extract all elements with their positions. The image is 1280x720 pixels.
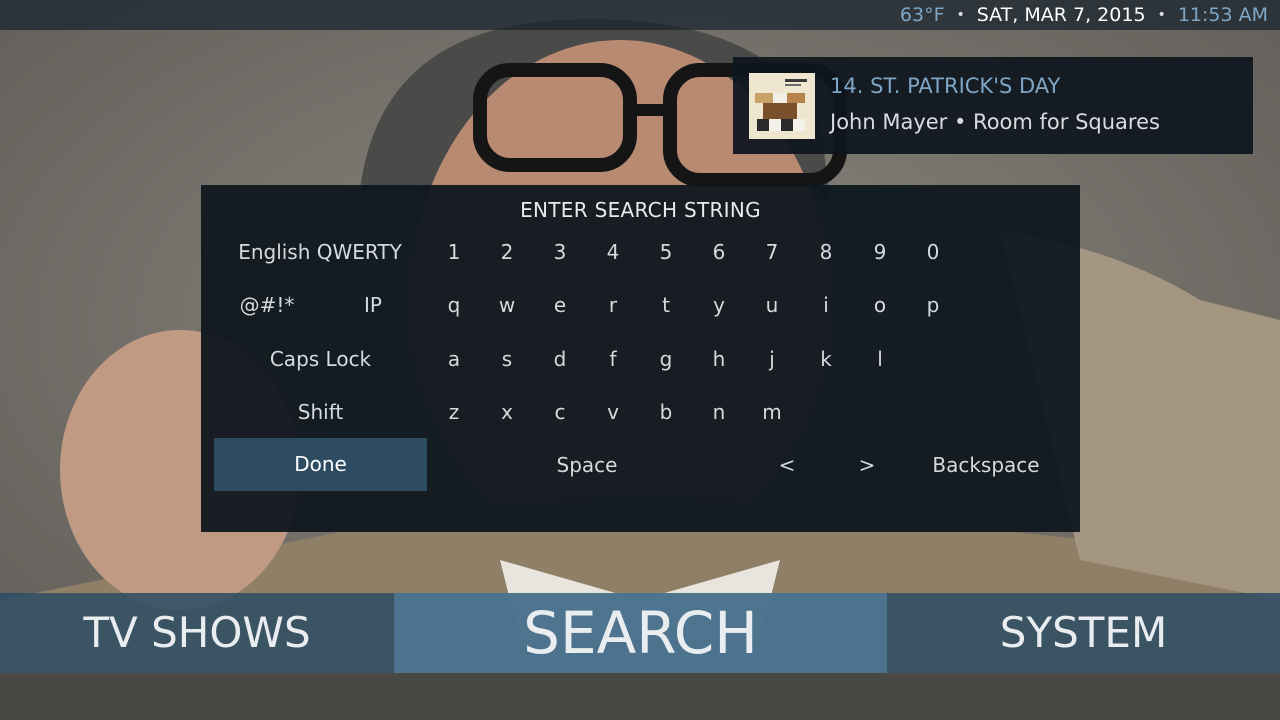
key-o[interactable]: o [860, 283, 900, 327]
now-playing-title: 14. ST. PATRICK'S DAY [830, 74, 1061, 98]
album-art [749, 73, 815, 139]
key-k[interactable]: k [806, 337, 846, 381]
main-menu-bar: TV SHOWS SEARCH SYSTEM [0, 593, 1280, 673]
cursor-left-button[interactable]: < [761, 443, 813, 487]
key-b[interactable]: b [646, 390, 686, 434]
key-c[interactable]: c [540, 390, 580, 434]
menu-item-search[interactable]: SEARCH [394, 593, 887, 673]
key-i[interactable]: i [806, 283, 846, 327]
key-m[interactable]: m [752, 390, 792, 434]
key-n[interactable]: n [699, 390, 739, 434]
space-button[interactable]: Space [434, 443, 740, 487]
now-playing-artist-album: John Mayer • Room for Squares [830, 110, 1160, 134]
now-playing-panel[interactable]: 14. ST. PATRICK'S DAY John Mayer • Room … [733, 57, 1253, 154]
key-9[interactable]: 9 [860, 230, 900, 274]
backspace-button[interactable]: Backspace [913, 443, 1059, 487]
key-2[interactable]: 2 [487, 230, 527, 274]
key-1[interactable]: 1 [434, 230, 474, 274]
top-status-bar: 63°F • SAT, MAR 7, 2015 • 11:53 AM [0, 0, 1280, 30]
key-p[interactable]: p [913, 283, 953, 327]
key-j[interactable]: j [752, 337, 792, 381]
key-f[interactable]: f [593, 337, 633, 381]
key-6[interactable]: 6 [699, 230, 739, 274]
key-q[interactable]: q [434, 283, 474, 327]
key-t[interactable]: t [646, 283, 686, 327]
key-s[interactable]: s [487, 337, 527, 381]
status-info: 63°F • SAT, MAR 7, 2015 • 11:53 AM [900, 3, 1268, 27]
symbols-button[interactable]: @#!* [221, 283, 313, 327]
separator: • [956, 7, 965, 23]
key-7[interactable]: 7 [752, 230, 792, 274]
footer-shade [0, 673, 1280, 720]
key-0[interactable]: 0 [913, 230, 953, 274]
key-4[interactable]: 4 [593, 230, 633, 274]
shift-button[interactable]: Shift [214, 390, 427, 434]
key-d[interactable]: d [540, 337, 580, 381]
key-8[interactable]: 8 [806, 230, 846, 274]
done-button[interactable]: Done [214, 438, 427, 491]
key-3[interactable]: 3 [540, 230, 580, 274]
key-g[interactable]: g [646, 337, 686, 381]
cursor-right-button[interactable]: > [841, 443, 893, 487]
key-u[interactable]: u [752, 283, 792, 327]
date: SAT, MAR 7, 2015 [976, 4, 1146, 26]
clock: 11:53 AM [1177, 4, 1268, 26]
caps-lock-button[interactable]: Caps Lock [214, 337, 427, 381]
menu-item-tv-shows[interactable]: TV SHOWS [0, 593, 394, 673]
key-l[interactable]: l [860, 337, 900, 381]
key-y[interactable]: y [699, 283, 739, 327]
ip-button[interactable]: IP [325, 283, 421, 327]
key-a[interactable]: a [434, 337, 474, 381]
key-e[interactable]: e [540, 283, 580, 327]
temperature: 63°F [899, 4, 945, 26]
separator: • [1157, 7, 1166, 23]
key-w[interactable]: w [487, 283, 527, 327]
key-r[interactable]: r [593, 283, 633, 327]
key-5[interactable]: 5 [646, 230, 686, 274]
menu-item-system[interactable]: SYSTEM [887, 593, 1280, 673]
key-h[interactable]: h [699, 337, 739, 381]
key-z[interactable]: z [434, 390, 474, 434]
key-v[interactable]: v [593, 390, 633, 434]
layout-button[interactable]: English QWERTY [221, 230, 419, 274]
dialog-title: ENTER SEARCH STRING [520, 198, 761, 222]
search-keyboard-dialog: ENTER SEARCH STRING English QWERTY @#!* … [201, 185, 1080, 532]
key-x[interactable]: x [487, 390, 527, 434]
